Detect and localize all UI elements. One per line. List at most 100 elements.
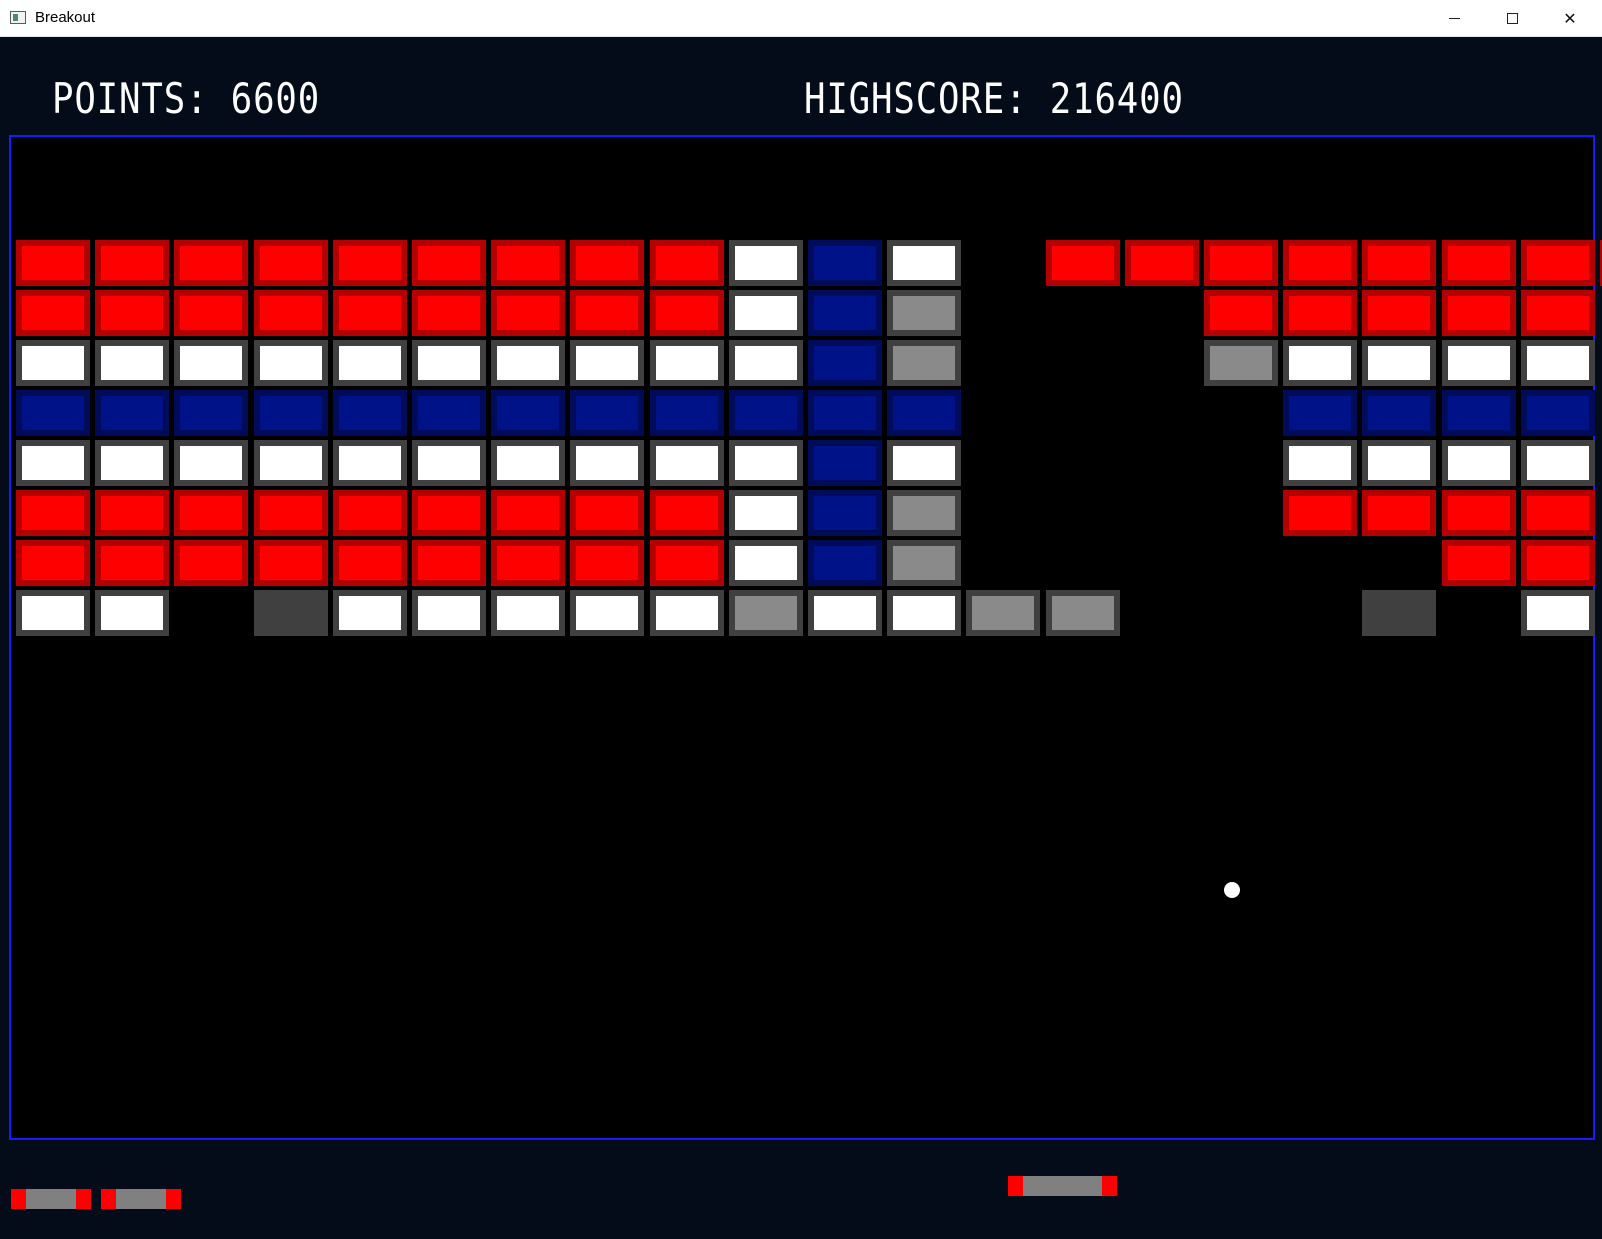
brick-red	[1283, 490, 1357, 536]
app-icon	[10, 11, 26, 24]
brick-blue	[1521, 390, 1595, 436]
brick-white	[570, 590, 644, 636]
brick-white	[491, 440, 565, 486]
brick-red	[570, 490, 644, 536]
brick-red	[95, 290, 169, 336]
brick-red	[1521, 290, 1595, 336]
brick-white	[887, 590, 961, 636]
brick-white	[333, 440, 407, 486]
brick-dark	[254, 590, 328, 636]
brick-white	[729, 340, 803, 386]
brick-white	[16, 590, 90, 636]
brick-blue	[254, 390, 328, 436]
brick-gray	[1046, 590, 1120, 636]
brick-blue	[412, 390, 486, 436]
brick-red	[174, 240, 248, 286]
brick-blue	[808, 540, 882, 586]
brick-blue	[1283, 390, 1357, 436]
brick-red	[333, 490, 407, 536]
brick-gray	[887, 340, 961, 386]
brick-red	[491, 540, 565, 586]
brick-blue	[808, 490, 882, 536]
brick-red	[254, 240, 328, 286]
brick-red	[254, 290, 328, 336]
brick-white	[491, 340, 565, 386]
brick-white	[729, 490, 803, 536]
maximize-button[interactable]	[1483, 0, 1541, 37]
brick-red	[333, 290, 407, 336]
brick-blue	[95, 390, 169, 436]
brick-gray	[887, 490, 961, 536]
life-paddle-icon	[101, 1189, 181, 1209]
brick-blue	[174, 390, 248, 436]
brick-white	[412, 590, 486, 636]
brick-white	[887, 240, 961, 286]
brick-white	[174, 340, 248, 386]
brick-red	[491, 240, 565, 286]
points-display: POINTS: 6600	[52, 74, 321, 123]
brick-red	[174, 490, 248, 536]
brick-red	[1125, 240, 1199, 286]
brick-red	[412, 290, 486, 336]
close-button[interactable]: ✕	[1541, 0, 1599, 37]
brick-red	[1521, 240, 1595, 286]
brick-white	[729, 540, 803, 586]
brick-red	[16, 290, 90, 336]
brick-white	[1362, 440, 1436, 486]
brick-red	[95, 540, 169, 586]
brick-red	[254, 540, 328, 586]
highscore-display: HIGHSCORE: 216400	[804, 74, 1184, 123]
brick-white	[1521, 340, 1595, 386]
brick-red	[570, 290, 644, 336]
brick-white	[729, 290, 803, 336]
brick-red	[333, 240, 407, 286]
brick-white	[95, 440, 169, 486]
brick-red	[1046, 240, 1120, 286]
brick-white	[16, 440, 90, 486]
brick-red	[1283, 240, 1357, 286]
brick-blue	[808, 340, 882, 386]
brick-white	[1283, 340, 1357, 386]
brick-blue	[333, 390, 407, 436]
brick-white	[412, 440, 486, 486]
brick-red	[1204, 240, 1278, 286]
brick-white	[650, 590, 724, 636]
close-icon: ✕	[1563, 9, 1577, 28]
brick-blue	[491, 390, 565, 436]
brick-white	[1442, 440, 1516, 486]
brick-blue	[808, 390, 882, 436]
minimize-button[interactable]	[1425, 0, 1483, 37]
brick-red	[1362, 490, 1436, 536]
ball	[1224, 882, 1240, 898]
brick-red	[333, 540, 407, 586]
brick-red	[1442, 540, 1516, 586]
brick-red	[491, 490, 565, 536]
brick-white	[333, 340, 407, 386]
brick-blue	[570, 390, 644, 436]
brick-blue	[808, 240, 882, 286]
brick-red	[1283, 290, 1357, 336]
brick-white	[1521, 440, 1595, 486]
brick-white	[650, 340, 724, 386]
brick-white	[1442, 340, 1516, 386]
brick-blue	[650, 390, 724, 436]
brick-red	[650, 240, 724, 286]
brick-gray	[729, 590, 803, 636]
life-paddle-icon	[11, 1189, 91, 1209]
playfield[interactable]	[9, 135, 1602, 1196]
brick-red	[1442, 490, 1516, 536]
brick-blue	[16, 390, 90, 436]
brick-red	[95, 490, 169, 536]
brick-white	[570, 340, 644, 386]
brick-red	[254, 490, 328, 536]
maximize-icon	[1506, 13, 1518, 24]
brick-white	[95, 590, 169, 636]
brick-blue	[808, 290, 882, 336]
brick-white	[887, 440, 961, 486]
brick-white	[333, 590, 407, 636]
paddle[interactable]	[1008, 1176, 1117, 1196]
brick-red	[650, 290, 724, 336]
brick-red	[1362, 290, 1436, 336]
brick-blue	[808, 440, 882, 486]
brick-white	[1362, 340, 1436, 386]
